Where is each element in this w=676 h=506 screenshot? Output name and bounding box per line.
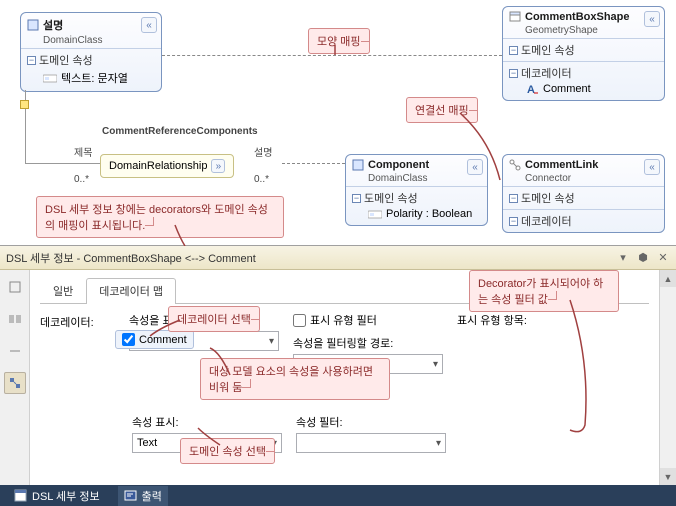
- domainclass-component[interactable]: Component DomainClass −도메인 속성 Polarity :…: [345, 154, 488, 226]
- chevron-up-icon[interactable]: «: [644, 159, 660, 175]
- toolbar-btn-1[interactable]: [4, 276, 26, 298]
- toolbar-btn-2[interactable]: [4, 308, 26, 330]
- relationship-header: CommentReferenceComponents: [102, 126, 258, 137]
- domain-relationship-box[interactable]: DomainRelationship »: [100, 154, 234, 178]
- svg-text:A: A: [527, 84, 535, 95]
- scroll-track[interactable]: [660, 287, 676, 468]
- callout-decorator-filter: Decorator가 표시되어야 하는 속성 필터 값: [469, 270, 619, 312]
- callout-shape-mapping: 모양 매핑: [308, 28, 370, 54]
- section-label: 도메인 속성: [364, 190, 418, 206]
- section-label: 도메인 속성: [39, 52, 93, 68]
- label-visibility-items: 표시 유형 항목:: [457, 312, 557, 328]
- inheritance-anchor-icon: [20, 100, 29, 109]
- property-label: Polarity : Boolean: [386, 208, 472, 220]
- diagram-connector: [162, 55, 502, 56]
- box-title: CommentBoxShape: [525, 11, 630, 23]
- section-label: 데코레이터: [521, 65, 572, 81]
- combo-value: Text: [137, 437, 157, 449]
- label-display-prop: 속성 표시:: [132, 414, 282, 430]
- combo-filter-prop[interactable]: [296, 433, 446, 453]
- section-label: 도메인 속성: [521, 190, 575, 206]
- toolbar-btn-3[interactable]: [4, 340, 26, 362]
- class-icon: [27, 19, 39, 31]
- status-label: 출력: [142, 488, 162, 504]
- box-subtitle: GeometryShape: [503, 25, 664, 36]
- shape-commentboxshape[interactable]: CommentBoxShape GeometryShape −도메인 속성 −데…: [502, 6, 665, 101]
- diagram-canvas[interactable]: 설명 DomainClass −도메인 속성 텍스트: 문자열 « Commen…: [0, 0, 676, 246]
- collapse-icon[interactable]: −: [27, 56, 36, 65]
- text-decorator-icon: A: [525, 84, 539, 95]
- side-toolbar: [0, 270, 30, 485]
- panel-title: DSL 세부 정보 - CommentBoxShape <--> Comment: [6, 250, 256, 266]
- connector-icon: [509, 159, 521, 171]
- status-bar: DSL 세부 정보 출력: [0, 485, 676, 506]
- toolbar-btn-4[interactable]: [4, 372, 26, 394]
- box-subtitle: DomainClass: [21, 35, 161, 46]
- box-subtitle: Connector: [503, 173, 664, 184]
- label-decorator: 데코레이터:: [40, 312, 115, 330]
- callout-connector-mapping: 연결선 매핑: [406, 97, 478, 123]
- relationship-role-label: 설명: [254, 144, 272, 159]
- label-filter-path: 속성을 필터링할 경로:: [293, 335, 443, 351]
- dropdown-icon[interactable]: ▾: [616, 251, 630, 265]
- section-label: 도메인 속성: [521, 42, 575, 58]
- box-subtitle: DomainClass: [346, 173, 487, 184]
- callout-select-domain-prop: 도메인 속성 선택: [180, 438, 275, 464]
- window-icon: [14, 489, 27, 502]
- chevron-up-icon[interactable]: «: [141, 17, 157, 33]
- pin-icon[interactable]: ⬢: [636, 251, 650, 265]
- tab-decorator-map[interactable]: 데코레이터 맵: [86, 278, 176, 304]
- decorator-item-label: Comment: [139, 334, 187, 346]
- domainclass-description[interactable]: 설명 DomainClass −도메인 속성 텍스트: 문자열 «: [20, 12, 162, 92]
- collapse-icon[interactable]: −: [509, 217, 518, 226]
- dsl-detail-panel: DSL 세부 정보 - CommentBoxShape <--> Comment…: [0, 246, 676, 485]
- decorator-row[interactable]: A Comment: [509, 81, 658, 97]
- relationship-multiplicity: 0..*: [74, 174, 89, 185]
- callout-dsl-info: DSL 세부 정보 창에는 decorators와 도메인 속성의 매핑이 표시…: [36, 196, 284, 238]
- label-visibility-filter: 표시 유형 필터: [310, 312, 377, 328]
- close-icon[interactable]: ✕: [656, 251, 670, 265]
- section-label: 데코레이터: [521, 213, 572, 229]
- relationship-role-label: 제목: [74, 144, 92, 159]
- output-icon: [124, 489, 137, 502]
- collapse-icon[interactable]: −: [509, 46, 518, 55]
- property-row[interactable]: 텍스트: 문자열: [27, 68, 155, 88]
- tab-general[interactable]: 일반: [40, 278, 86, 303]
- diagram-connector: [25, 163, 100, 164]
- box-title: Component: [368, 159, 429, 171]
- shape-icon: [509, 11, 521, 23]
- box-title: 설명: [43, 17, 63, 33]
- collapse-icon[interactable]: −: [509, 69, 518, 78]
- relationship-name: DomainRelationship: [109, 160, 207, 172]
- scroll-up-icon[interactable]: ▲: [660, 270, 676, 287]
- relationship-multiplicity: 0..*: [254, 174, 269, 185]
- callout-select-decorator: 데코레이터 선택: [168, 306, 260, 332]
- panel-content: 일반 데코레이터 맵 데코레이터: 속성을 표시할 경로: 표시 유형 필터: [30, 270, 659, 485]
- property-icon: [43, 73, 57, 84]
- collapse-icon[interactable]: −: [509, 194, 518, 203]
- decorator-item-comment[interactable]: Comment: [115, 330, 194, 349]
- class-icon: [352, 159, 364, 171]
- checkbox-comment[interactable]: [122, 333, 135, 346]
- checkbox-visibility-filter[interactable]: [293, 314, 306, 327]
- chevron-up-icon[interactable]: «: [467, 159, 483, 175]
- connector-commentlink[interactable]: CommentLink Connector −도메인 속성 −데코레이터 «: [502, 154, 665, 233]
- decorator-label: Comment: [543, 83, 591, 95]
- label-filter-prop: 속성 필터:: [296, 414, 446, 430]
- status-item-output[interactable]: 출력: [118, 486, 168, 506]
- box-title: CommentLink: [525, 159, 598, 171]
- property-label: 텍스트: 문자열: [61, 70, 128, 86]
- panel-header: DSL 세부 정보 - CommentBoxShape <--> Comment…: [0, 246, 676, 270]
- callout-empty-hint: 대상 모델 요소의 속성을 사용하려면 비워 둠: [200, 358, 390, 400]
- property-icon: [368, 209, 382, 220]
- status-item-dsl[interactable]: DSL 세부 정보: [8, 486, 106, 506]
- chevron-icon[interactable]: »: [211, 159, 225, 173]
- diagram-connector: [282, 163, 345, 164]
- property-row[interactable]: Polarity : Boolean: [352, 206, 481, 222]
- status-label: DSL 세부 정보: [32, 488, 100, 504]
- vertical-scrollbar[interactable]: ▲ ▼: [659, 270, 676, 485]
- collapse-icon[interactable]: −: [352, 194, 361, 203]
- chevron-up-icon[interactable]: «: [644, 11, 660, 27]
- scroll-down-icon[interactable]: ▼: [660, 468, 676, 485]
